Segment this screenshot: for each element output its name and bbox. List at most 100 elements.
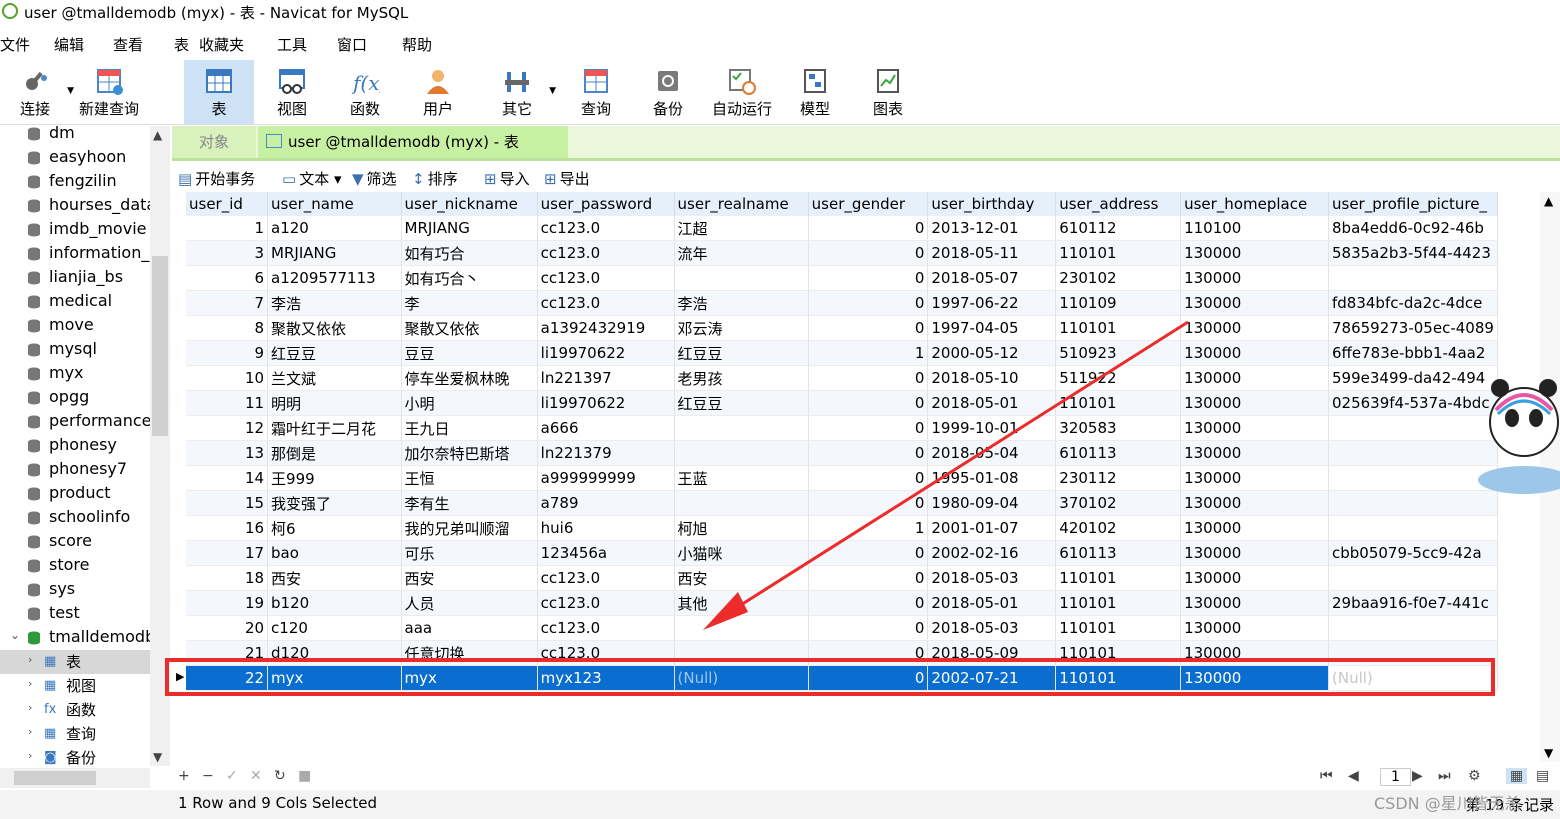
backup-button[interactable]: 备份 [633, 60, 703, 124]
table-cell[interactable]: 小猫咪 [674, 540, 809, 566]
table-cell[interactable]: 2013-12-01 [927, 216, 1057, 241]
table-cell[interactable]: fd834bfc-da2c-4dce [1328, 290, 1498, 316]
table-row[interactable]: 13 那倒是 加尔奈特巴斯塔 ln221379 0 2018-05-04 610113 130… [186, 440, 1498, 466]
table-cell[interactable]: 兰文斌 [267, 365, 402, 391]
database-item[interactable]: product [0, 482, 150, 506]
table-cell[interactable]: 2018-05-01 [927, 590, 1057, 616]
function-button[interactable]: f(x) 函数 [330, 60, 400, 124]
scroll-thumb[interactable] [152, 256, 168, 436]
table-cell[interactable]: 西安 [267, 565, 402, 591]
table-cell[interactable]: 10 [186, 365, 269, 391]
table-cell[interactable]: 130000 [1180, 415, 1329, 441]
table-cell[interactable]: 加尔奈特巴斯塔 [401, 440, 538, 466]
table-row[interactable]: 3 MRJIANG 如有巧合 cc123.0 流年 0 2018-05-11 110101 13… [186, 240, 1498, 266]
last-page-icon[interactable]: ⏭ [1438, 768, 1451, 784]
table-cell[interactable]: cc123.0 [537, 216, 675, 241]
table-cell[interactable] [674, 615, 809, 641]
table-cell[interactable]: 7 [186, 290, 269, 316]
menu-tools[interactable]: 工具 [277, 34, 307, 55]
column-header[interactable]: user_address [1055, 192, 1182, 216]
table-cell[interactable]: 123456a [537, 540, 675, 566]
scroll-down-icon[interactable]: ▼ [153, 750, 162, 764]
table-cell[interactable]: MRJIANG [401, 216, 538, 241]
table-cell[interactable]: 11 [186, 390, 269, 416]
table-cell[interactable]: a1209577113 [267, 265, 402, 291]
table-cell[interactable]: 聚散又依依 [267, 315, 402, 341]
chevron-right-icon[interactable]: › [28, 749, 32, 762]
automation-button[interactable]: 自动运行 [706, 60, 778, 124]
table-cell[interactable]: 20 [186, 615, 269, 641]
table-row[interactable]: 10 兰文斌 停车坐爱枫林晚 ln221397 老男孩 0 2018-05-10 511922… [186, 365, 1498, 391]
scroll-up-icon[interactable]: ▲ [1544, 194, 1553, 208]
table-cell[interactable]: 130000 [1180, 265, 1329, 291]
table-cell[interactable]: 红豆豆 [267, 340, 402, 366]
scroll-thumb[interactable] [14, 771, 96, 785]
table-cell[interactable]: 2001-01-07 [927, 515, 1057, 541]
table-cell[interactable] [1328, 615, 1498, 641]
table-cell[interactable]: 130000 [1180, 515, 1329, 541]
database-item[interactable]: schoolinfo [0, 506, 150, 530]
table-cell[interactable]: 14 [186, 465, 269, 491]
table-cell[interactable]: 130000 [1180, 315, 1329, 341]
table-cell[interactable]: 0 [808, 465, 929, 491]
table-cell[interactable]: 130000 [1180, 490, 1329, 516]
table-cell[interactable]: 110101 [1055, 615, 1182, 641]
table-cell[interactable]: li19970622 [537, 390, 675, 416]
chevron-right-icon[interactable]: › [28, 653, 32, 666]
database-item[interactable]: sys [0, 578, 150, 602]
table-cell[interactable]: 610112 [1055, 216, 1182, 241]
table-cell[interactable]: 2018-05-10 [927, 365, 1057, 391]
table-cell[interactable]: 13 [186, 440, 269, 466]
column-header[interactable]: user_profile_picture_ [1328, 192, 1498, 216]
menu-edit[interactable]: 编辑 [54, 34, 84, 55]
discard-changes-icon[interactable]: ✕ [250, 768, 262, 784]
database-item[interactable]: hourses_data [0, 194, 156, 218]
database-item[interactable]: move [0, 314, 150, 338]
tab-objects[interactable]: 对象 [172, 126, 256, 158]
table-cell[interactable]: 320583 [1055, 415, 1182, 441]
table-cell[interactable]: 如有巧合丶 [401, 265, 538, 291]
table-cell[interactable]: 王蓝 [674, 465, 809, 491]
table-cell[interactable]: 1980-09-04 [927, 490, 1057, 516]
table-cell[interactable]: 130000 [1180, 240, 1329, 266]
stop-icon[interactable]: ■ [298, 768, 311, 784]
database-item[interactable]: myx [0, 362, 150, 386]
export-button[interactable]: ⊞ 导出 [544, 168, 590, 189]
database-item[interactable]: store [0, 554, 150, 578]
tree-item-view[interactable]: › ▦ 视图 [0, 674, 150, 698]
table-cell[interactable]: 0 [808, 565, 929, 591]
table-cell[interactable]: cc123.0 [537, 590, 675, 616]
table-row[interactable]: 16 柯6 我的兄弟叫顺溜 hui6 柯旭 1 2001-01-07 420102 130000 [186, 515, 1498, 541]
other-button[interactable]: 其它 ▼ [482, 60, 556, 124]
table-cell[interactable]: cc123.0 [537, 565, 675, 591]
table-cell[interactable]: 370102 [1055, 490, 1182, 516]
table-cell[interactable]: 豆豆 [401, 340, 538, 366]
tab-user-table[interactable]: user @tmalldemodb (myx) - 表 [258, 126, 568, 158]
table-cell[interactable]: 130000 [1180, 465, 1329, 491]
table-cell[interactable]: 王999 [267, 465, 402, 491]
table-cell[interactable]: 小明 [401, 390, 538, 416]
table-cell[interactable]: 16 [186, 515, 269, 541]
filter-button[interactable]: ▼ 筛选 [352, 168, 397, 189]
table-cell[interactable] [674, 440, 809, 466]
table-cell[interactable]: 130000 [1180, 365, 1329, 391]
table-cell[interactable]: 柯6 [267, 515, 402, 541]
table-cell[interactable]: 6 [186, 265, 269, 291]
database-item[interactable]: opgg [0, 386, 150, 410]
table-row[interactable]: 15 我变强了 李有生 a789 0 1980-09-04 370102 130000 [186, 490, 1498, 516]
table-cell[interactable]: 0 [808, 490, 929, 516]
table-cell[interactable]: 2018-05-11 [927, 240, 1057, 266]
table-cell[interactable]: 1999-10-01 [927, 415, 1057, 441]
table-cell[interactable] [1328, 515, 1498, 541]
table-cell[interactable]: 230112 [1055, 465, 1182, 491]
table-cell[interactable]: 110109 [1055, 290, 1182, 316]
table-cell[interactable]: 420102 [1055, 515, 1182, 541]
column-header[interactable]: user_gender [808, 192, 929, 216]
table-button[interactable]: 表 [184, 60, 254, 124]
prev-page-icon[interactable]: ◀ [1348, 768, 1359, 784]
table-cell[interactable]: 0 [808, 290, 929, 316]
user-button[interactable]: 用户 [403, 60, 473, 124]
table-cell[interactable]: 17 [186, 540, 269, 566]
add-record-icon[interactable]: + [178, 768, 190, 784]
table-row[interactable]: 12 霜叶红于二月花 王九日 a666 0 1999-10-01 320583 130000 [186, 415, 1498, 441]
